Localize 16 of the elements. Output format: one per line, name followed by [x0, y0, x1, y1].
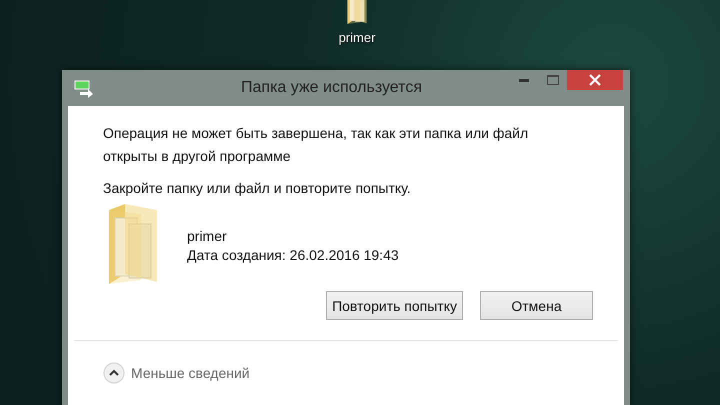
cancel-button[interactable]: Отмена [480, 291, 593, 320]
close-icon [589, 74, 601, 86]
folder-icon [345, 0, 369, 24]
window-title: Папка уже используется [240, 79, 423, 97]
chevron-icon [103, 362, 125, 384]
retry-button[interactable]: Повторить попытку [326, 291, 463, 320]
instruction-text: Закройте папку или файл и повторите попытку. [103, 180, 412, 196]
minimize-icon [518, 78, 528, 82]
file-created-date: Дата создания: 26.02.2016 19:43 [187, 246, 399, 262]
app-icon [74, 80, 94, 98]
details-toggle[interactable]: Меньше сведений [103, 358, 250, 387]
file-name: primer [187, 228, 228, 244]
desktop-icon-label[interactable]: primer [338, 30, 376, 45]
error-message: Операция не может быть завершена, так как эти папка или файл открыты в другой программе [103, 124, 530, 166]
close-button[interactable] [567, 70, 623, 90]
maximize-icon [546, 75, 558, 85]
